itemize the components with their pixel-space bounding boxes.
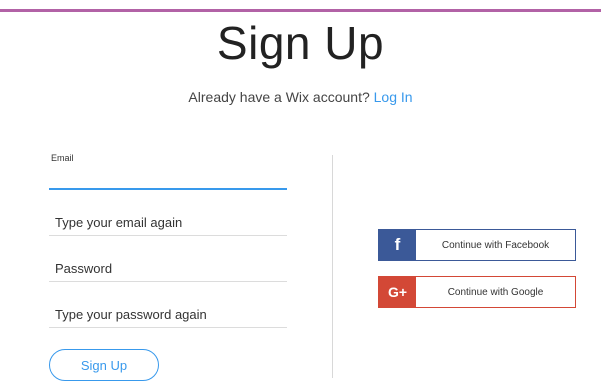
email-field: Email [49, 153, 287, 191]
email-confirm-input[interactable] [49, 213, 287, 231]
password-confirm-underline [49, 327, 287, 328]
password-underline [49, 281, 287, 282]
password-confirm-field [49, 302, 287, 330]
login-link[interactable]: Log In [374, 89, 413, 105]
signup-button[interactable]: Sign Up [49, 349, 159, 381]
facebook-icon: f [379, 230, 416, 260]
page-title: Sign Up [216, 17, 385, 69]
password-field [49, 256, 287, 284]
login-prompt: Already have a Wix account? Log In [0, 89, 601, 105]
google-login-button[interactable]: G+ Continue with Google [378, 276, 576, 308]
email-input[interactable] [49, 169, 287, 187]
facebook-login-button[interactable]: f Continue with Facebook [378, 229, 576, 261]
column-divider [332, 155, 333, 378]
google-plus-icon: G+ [379, 277, 416, 307]
email-label: Email [51, 153, 74, 163]
password-confirm-input[interactable] [49, 305, 287, 323]
facebook-button-label: Continue with Facebook [441, 239, 550, 251]
email-confirm-field [49, 210, 287, 238]
login-prompt-text: Already have a Wix account? [188, 89, 370, 105]
top-accent-bar [0, 9, 601, 12]
password-input[interactable] [49, 259, 287, 277]
email-confirm-underline [49, 235, 287, 236]
email-underline [49, 188, 287, 190]
google-button-label: Continue with Google [447, 286, 544, 298]
